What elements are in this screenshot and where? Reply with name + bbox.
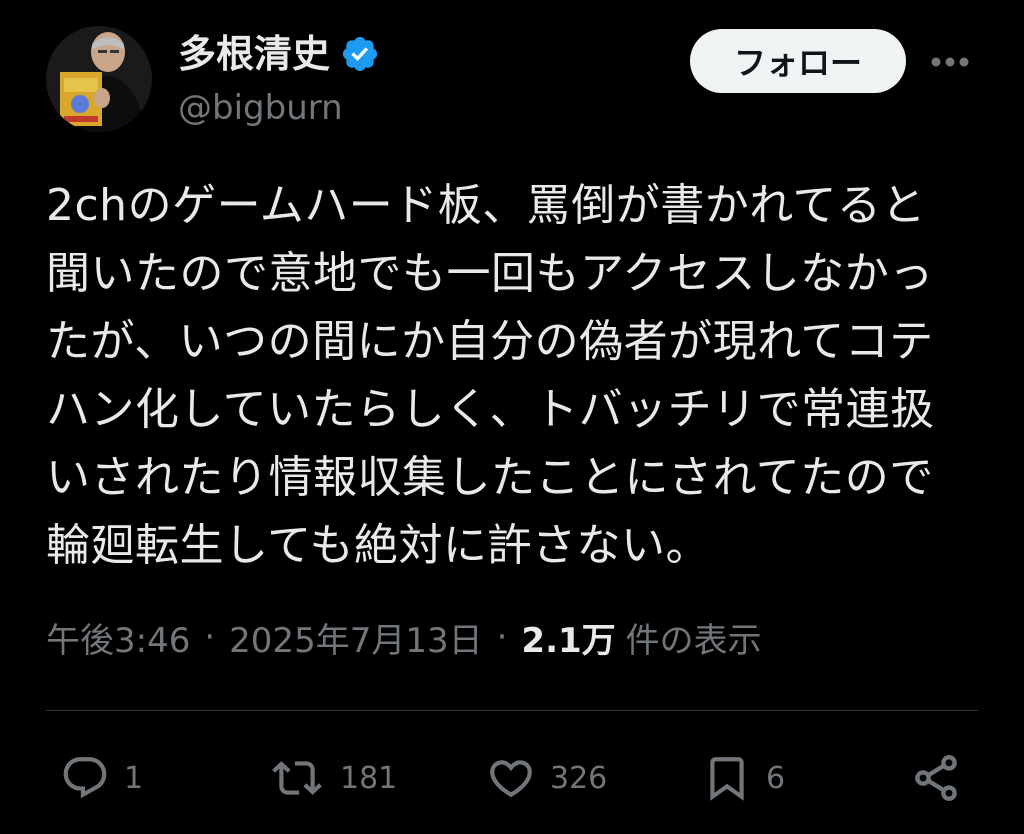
avatar[interactable]: [46, 26, 152, 132]
tweet-text-line: たが、いつの間にか自分の偽者が現れてコテ: [46, 316, 934, 367]
tweet-text-line: 聞いたので意地でも一回もアクセスしなかっ: [46, 248, 934, 299]
display-name[interactable]: 多根清史: [178, 30, 330, 78]
share-icon: [915, 755, 957, 801]
meta-separator: ·: [496, 617, 508, 657]
avatar-image: [46, 26, 152, 132]
reply-count: 1: [124, 760, 144, 796]
action-bar: 1 181 326 6: [46, 748, 978, 808]
bookmark-count: 6: [766, 760, 786, 796]
reply-button[interactable]: 1: [60, 748, 143, 808]
retweet-count: 181: [340, 760, 398, 796]
tweet-text-line: 2chのゲームハード板、罵倒が書かれてると: [46, 180, 926, 231]
tweet-text-line: 輪廻転生しても絶対に許さない。: [46, 520, 710, 571]
tweet-text: 2chのゲームハード板、罵倒が書かれてると 聞いたので意地でも一回もアクセスしな…: [46, 172, 986, 580]
more-options-icon[interactable]: [928, 40, 972, 84]
follow-button[interactable]: フォロー: [690, 29, 906, 93]
post-time[interactable]: 午後3:46: [46, 613, 190, 662]
views-label: 件の表示: [625, 620, 762, 661]
share-button[interactable]: [910, 748, 962, 808]
bookmark-button[interactable]: 6: [702, 748, 785, 808]
retweet-button[interactable]: 181: [268, 748, 397, 808]
tweet-text-line: ハン化していたらしく、トバッチリで常連扱: [46, 384, 935, 435]
user-handle[interactable]: @bigburn: [178, 86, 343, 130]
reply-icon: [63, 757, 107, 799]
post-date[interactable]: 2025年7月13日: [229, 613, 482, 662]
author-name-row[interactable]: 多根清史: [178, 30, 380, 78]
bookmark-icon: [710, 757, 744, 801]
tweet-meta: 午後3:46 · 2025年7月13日 · 2.1万 件の表示: [46, 612, 762, 662]
views-count[interactable]: 2.1万: [521, 613, 615, 662]
tweet-detail: 多根清史 @bigburn フォロー 2chのゲームハード板、罵倒が書かれてると…: [0, 0, 1024, 834]
meta-separator: ·: [204, 617, 216, 657]
verified-badge-icon: [340, 34, 380, 74]
tweet-text-line: いされたり情報収集したことにされてたので: [46, 452, 934, 503]
retweet-icon: [272, 761, 322, 795]
like-button[interactable]: 326: [486, 748, 607, 808]
heart-icon: [490, 760, 532, 798]
like-count: 326: [550, 760, 608, 796]
divider: [46, 710, 978, 711]
